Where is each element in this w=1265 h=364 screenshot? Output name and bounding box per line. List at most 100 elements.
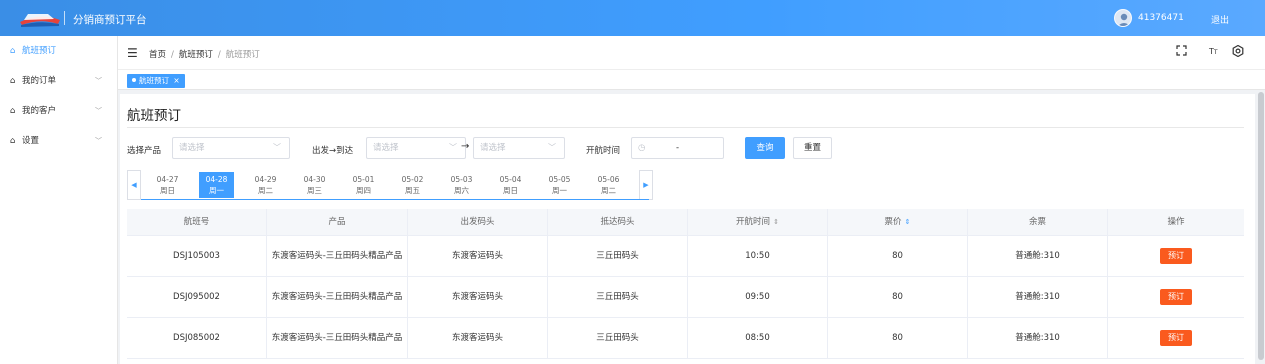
route-label: 出发→到达 (312, 146, 354, 156)
date-tab[interactable]: 04-28 周一 (199, 172, 234, 198)
top-bar: 分销商预订平台 41376471 退出 (0, 0, 1265, 36)
fullscreen-icon[interactable] (1176, 45, 1187, 59)
col-header-action: 操作 (1167, 217, 1185, 227)
date-tab-date: 04-27 (156, 175, 179, 184)
title-divider (64, 11, 65, 25)
product-cell: 东渡客运码头-三丘田码头精品产品 (267, 277, 408, 317)
departure-select[interactable]: 请选择 ﹀ (366, 137, 466, 159)
date-strip-underline (141, 199, 649, 200)
arrival-cell: 三丘田码头 (548, 277, 688, 317)
price-cell: 80 (828, 318, 968, 358)
date-tab[interactable]: 05-03 周六 (444, 172, 479, 198)
sidebar-item-label: 航班预订 (22, 46, 57, 56)
date-tab[interactable]: 05-01 周四 (346, 172, 381, 198)
settings-icon[interactable] (1232, 44, 1244, 60)
sort-icon[interactable]: ⇕ (905, 216, 911, 228)
col-header-time[interactable]: 开航时间 ⇕ (688, 209, 828, 235)
date-tab-weekday: 周日 (160, 186, 175, 195)
date-tab-date: 05-06 (597, 175, 620, 184)
chevron-down-icon: ﹀ (273, 143, 281, 152)
departure-cell: 东渡客运码头 (408, 277, 548, 317)
table-row: DSJ095002 东渡客运码头-三丘田码头精品产品 东渡客运码头 三丘田码头 09:5… (127, 277, 1244, 318)
flight-number-cell: DSJ085002 (127, 318, 267, 358)
sidebar-item-settings[interactable]: ⌂ 设置 ﹀ (0, 126, 118, 156)
book-button[interactable]: 预订 (1160, 330, 1192, 346)
date-tab[interactable]: 05-05 周一 (542, 172, 577, 198)
col-header-product: 产品 (267, 209, 408, 235)
time-cell: 09:50 (688, 277, 828, 317)
home-icon: ⌂ (10, 106, 16, 116)
product-cell: 东渡客运码头-三丘田码头精品产品 (267, 318, 408, 358)
arrival-select[interactable]: 请选择 ﹀ (473, 137, 565, 159)
product-select[interactable]: 请选择 ﹀ (172, 137, 290, 159)
date-tab-weekday: 周一 (209, 186, 224, 195)
date-tab-weekday: 周六 (454, 186, 469, 195)
remaining-cell: 普通舱:310 (968, 277, 1108, 317)
route-arrow-icon: → (461, 141, 470, 152)
departure-cell: 东渡客运码头 (408, 318, 548, 358)
tab-flight-booking[interactable]: 航班预订 × (127, 74, 185, 88)
table-header-row: 航班号 产品 出发码头 抵达码头 开航时间 ⇕ 票价 ⇕ 余票 操作 (127, 209, 1244, 236)
home-icon: ⌂ (10, 46, 16, 56)
sidebar-item-flight-booking[interactable]: ⌂ 航班预订 (0, 36, 118, 66)
book-button[interactable]: 预订 (1160, 289, 1192, 305)
flight-number-cell: DSJ105003 (127, 236, 267, 276)
date-tab[interactable]: 04-29 周二 (248, 172, 283, 198)
remaining-cell: 普通舱:310 (968, 236, 1108, 276)
date-tab[interactable]: 05-02 周五 (395, 172, 430, 198)
search-button[interactable]: 查询 (745, 137, 785, 159)
breadcrumb: 首页 / 航班预订 / 航班预订 (149, 50, 260, 60)
table-row: DSJ105003 东渡客运码头-三丘田码头精品产品 东渡客运码头 三丘田码头 10:5… (127, 236, 1244, 277)
breadcrumb-item[interactable]: 航班预订 (179, 50, 213, 60)
time-cell: 08:50 (688, 318, 828, 358)
prev-date-arrow-icon[interactable]: ◀ (127, 170, 141, 200)
time-label: 开航时间 (586, 146, 621, 156)
close-icon[interactable]: × (173, 76, 179, 85)
reset-button[interactable]: 重置 (793, 137, 832, 159)
date-tab-date: 05-03 (450, 175, 473, 184)
sidebar-item-my-customers[interactable]: ⌂ 我的客户 ﹀ (0, 96, 118, 126)
breadcrumb-home[interactable]: 首页 (149, 50, 166, 60)
avatar[interactable] (1114, 9, 1132, 27)
date-tab-weekday: 周日 (503, 186, 518, 195)
user-id[interactable]: 41376471 (1138, 13, 1184, 23)
collapse-menu-icon[interactable]: ☰ (127, 46, 138, 60)
scrollbar-thumb[interactable] (1258, 92, 1264, 360)
next-date-arrow-icon[interactable]: ▶ (639, 170, 653, 200)
chevron-down-icon: ﹀ (95, 107, 102, 115)
action-cell: 预订 (1108, 318, 1244, 358)
sort-icon[interactable]: ⇕ (773, 216, 779, 228)
action-cell: 预订 (1108, 236, 1244, 276)
date-tab[interactable]: 05-04 周日 (493, 172, 528, 198)
remaining-cell: 普通舱:310 (968, 318, 1108, 358)
arrival-cell: 三丘田码头 (548, 236, 688, 276)
chevron-down-icon: ﹀ (95, 137, 102, 145)
date-tab-date: 05-02 (401, 175, 424, 184)
sidebar-item-my-orders[interactable]: ⌂ 我的订单 ﹀ (0, 66, 118, 96)
font-size-icon[interactable]: TT (1209, 47, 1218, 56)
col-header-arrival: 抵达码头 (548, 209, 688, 235)
col-header-flight: 航班号 (127, 209, 267, 235)
time-range-picker[interactable]: ◷ - (631, 137, 724, 159)
date-tab-weekday: 周二 (258, 186, 273, 195)
date-tab-weekday: 周五 (405, 186, 420, 195)
date-tab-weekday: 周四 (356, 186, 371, 195)
product-label: 选择产品 (127, 146, 162, 156)
flight-number-cell: DSJ095002 (127, 277, 267, 317)
time-range-separator: - (676, 143, 680, 153)
date-tab[interactable]: 04-30 周三 (297, 172, 332, 198)
date-tab-date: 05-01 (352, 175, 375, 184)
date-tab[interactable]: 05-06 周二 (591, 172, 626, 198)
logout-link[interactable]: 退出 (1211, 13, 1229, 26)
date-tab-date: 05-05 (548, 175, 571, 184)
page-title: 航班预订 (127, 108, 181, 124)
date-tab-date: 05-04 (499, 175, 522, 184)
price-cell: 80 (828, 277, 968, 317)
col-header-price[interactable]: 票价 ⇕ (828, 209, 968, 235)
col-header-remaining: 余票 (968, 209, 1108, 235)
home-icon: ⌂ (10, 76, 16, 86)
breadcrumb-current: 航班预订 (225, 50, 260, 60)
book-button[interactable]: 预订 (1160, 248, 1192, 264)
date-tab[interactable]: 04-27 周日 (150, 172, 185, 198)
tags-bar: 航班预订 × (118, 70, 1265, 90)
